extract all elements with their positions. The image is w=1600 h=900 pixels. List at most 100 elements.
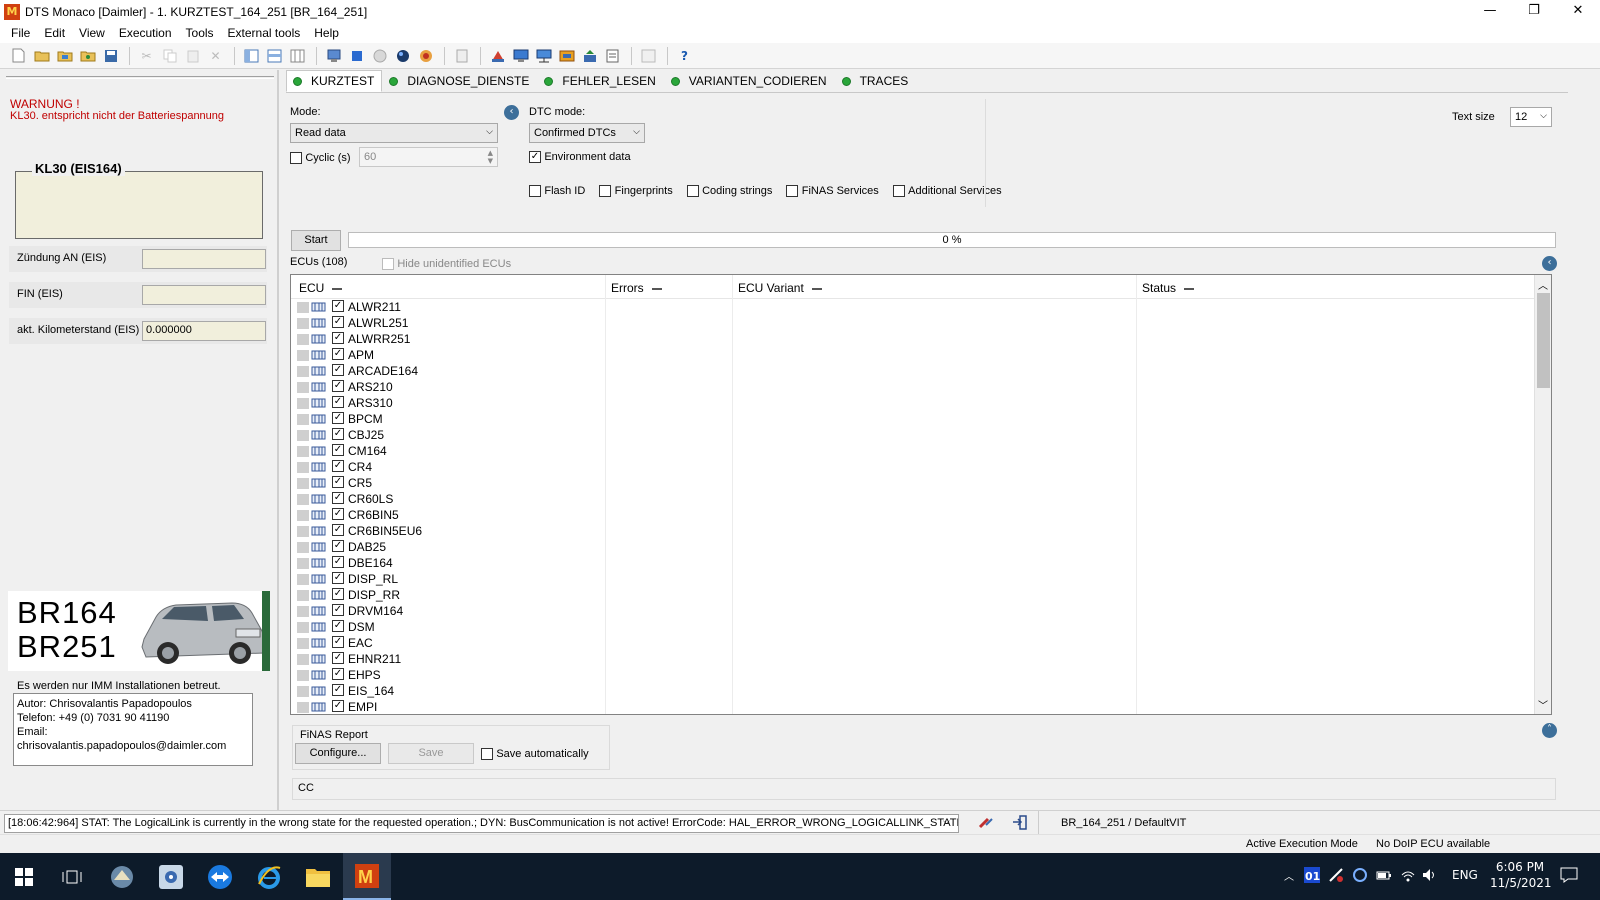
flash-id-option[interactable]: Flash ID xyxy=(529,183,585,197)
column-collapse-icon[interactable] xyxy=(811,287,822,290)
ecu-checkbox[interactable]: ✓ xyxy=(332,380,344,392)
layout-rows-icon[interactable] xyxy=(264,45,285,66)
stop-icon[interactable] xyxy=(346,45,367,66)
save-button[interactable]: Save xyxy=(388,743,474,764)
clock[interactable]: 6:06 PM 11/5/2021 xyxy=(1490,859,1552,891)
start-button[interactable]: Start xyxy=(291,230,341,251)
hide-unidentified-option[interactable]: Hide unidentified ECUs xyxy=(382,256,511,270)
ecu-flash-icon[interactable] xyxy=(556,45,577,66)
scroll-down-icon[interactable]: ﹀ xyxy=(1538,697,1548,712)
menu-file[interactable]: File xyxy=(4,23,37,43)
menu-view[interactable]: View xyxy=(72,23,112,43)
settings-app-icon[interactable] xyxy=(147,853,195,900)
show-hidden-icons[interactable]: ︿ xyxy=(1284,868,1294,883)
table-row[interactable]: ✓ APM xyxy=(291,347,1536,363)
ecu-checkbox[interactable]: ✓ xyxy=(332,396,344,408)
row-header[interactable] xyxy=(297,430,309,441)
save-automatically-option[interactable]: Save automatically xyxy=(481,746,589,760)
column-ecu-variant[interactable]: ECU Variant xyxy=(738,281,822,295)
save-automatically-checkbox[interactable] xyxy=(481,747,493,760)
layout-columns-icon[interactable] xyxy=(287,45,308,66)
row-header[interactable] xyxy=(297,350,309,361)
volume-icon[interactable] xyxy=(1422,867,1438,886)
row-header[interactable] xyxy=(297,590,309,601)
row-header[interactable] xyxy=(297,366,309,377)
diagnosis-icon[interactable] xyxy=(487,45,508,66)
table-row[interactable]: ✓ ALWR211 xyxy=(291,299,1536,315)
file-explorer-icon[interactable] xyxy=(294,853,342,900)
tray-sync-icon[interactable] xyxy=(1352,867,1368,886)
table-row[interactable]: ✓ EAC xyxy=(291,635,1536,651)
save-icon[interactable] xyxy=(100,45,121,66)
tab-varianten-codieren[interactable]: VARIANTEN_CODIEREN xyxy=(664,70,835,92)
table-row[interactable]: ✓ ALWRL251 xyxy=(291,315,1536,331)
open-workspace-icon[interactable] xyxy=(77,45,98,66)
configure-button[interactable]: Configure... xyxy=(295,743,381,764)
ecu-checkbox[interactable]: ✓ xyxy=(332,572,344,584)
scroll-thumb[interactable] xyxy=(1537,293,1550,388)
ecu-checkbox[interactable]: ✓ xyxy=(332,620,344,632)
close-button[interactable]: ✕ xyxy=(1556,0,1600,23)
tab-traces[interactable]: TRACES xyxy=(835,70,917,92)
spinner-icon[interactable]: ▲ ▼ xyxy=(488,149,493,165)
table-row[interactable]: ✓ ARCADE164 xyxy=(291,363,1536,379)
open-folder-icon[interactable] xyxy=(31,45,52,66)
ecu-checkbox[interactable]: ✓ xyxy=(332,476,344,488)
network-icon[interactable] xyxy=(323,45,344,66)
row-header[interactable] xyxy=(297,542,309,553)
cyclic-checkbox[interactable] xyxy=(290,151,302,164)
finas-services-option[interactable]: FiNAS Services xyxy=(786,183,879,197)
expand-up-icon[interactable]: ˄ xyxy=(1542,723,1557,738)
ecu-checkbox[interactable]: ✓ xyxy=(332,588,344,600)
tray-app-icon[interactable]: 01 xyxy=(1304,867,1320,886)
table-row[interactable]: ✓ CR6BIN5 xyxy=(291,507,1536,523)
row-header[interactable] xyxy=(297,606,309,617)
table-row[interactable]: ✓ CR6BIN5EU6 xyxy=(291,523,1536,539)
environment-data-option[interactable]: ✓ Environment data xyxy=(529,149,631,163)
row-header[interactable] xyxy=(297,398,309,409)
xentry-app-icon[interactable] xyxy=(98,853,146,900)
table-row[interactable]: ✓ CM164 xyxy=(291,443,1536,459)
help-icon[interactable]: ? xyxy=(674,45,695,66)
menu-tools[interactable]: Tools xyxy=(179,23,221,43)
copy-icon[interactable] xyxy=(159,45,180,66)
row-header[interactable] xyxy=(297,574,309,585)
mode-select[interactable]: Read data ⌵ xyxy=(290,123,498,143)
ecu-checkbox[interactable]: ✓ xyxy=(332,348,344,360)
tab-kurztest[interactable]: KURZTEST xyxy=(286,70,383,92)
monitor-icon[interactable] xyxy=(510,45,531,66)
ecu-checkbox[interactable]: ✓ xyxy=(332,652,344,664)
cyclic-option[interactable]: Cyclic (s) xyxy=(290,150,351,164)
table-row[interactable]: ✓ CR60LS xyxy=(291,491,1536,507)
collapse-left-icon[interactable]: ‹ xyxy=(504,105,519,120)
row-header[interactable] xyxy=(297,622,309,633)
table-row[interactable]: ✓ DISP_RL xyxy=(291,571,1536,587)
globe-icon[interactable] xyxy=(392,45,413,66)
row-header[interactable] xyxy=(297,382,309,393)
fingerprints-checkbox[interactable] xyxy=(599,184,612,197)
table-row[interactable]: ✓ EIS_164 xyxy=(291,683,1536,699)
cyclic-interval-input[interactable]: 60 ▲ ▼ xyxy=(359,147,498,167)
row-header[interactable] xyxy=(297,446,309,457)
ecu-checkbox[interactable]: ✓ xyxy=(332,316,344,328)
table-row[interactable]: ✓ EHNR211 xyxy=(291,651,1536,667)
export-icon[interactable] xyxy=(579,45,600,66)
column-collapse-icon[interactable] xyxy=(332,287,343,290)
ecu-checkbox[interactable]: ✓ xyxy=(332,524,344,536)
ecu-checkbox[interactable]: ✓ xyxy=(332,540,344,552)
internet-explorer-icon[interactable] xyxy=(245,853,293,900)
column-status[interactable]: Status xyxy=(1142,281,1195,295)
new-file-icon[interactable] xyxy=(8,45,29,66)
delete-icon[interactable]: ✕ xyxy=(205,45,226,66)
ecu-checkbox[interactable]: ✓ xyxy=(332,444,344,456)
ecu-checkbox[interactable]: ✓ xyxy=(332,364,344,376)
wifi-icon[interactable] xyxy=(1400,867,1416,886)
menu-edit[interactable]: Edit xyxy=(37,23,72,43)
status-message-select[interactable]: [18:06:42:964] STAT: The LogicalLink is … xyxy=(4,814,959,833)
row-header[interactable] xyxy=(297,462,309,473)
dtc-mode-select[interactable]: Confirmed DTCs ⌵ xyxy=(529,123,645,143)
column-ecu[interactable]: ECU xyxy=(299,281,343,295)
row-header[interactable] xyxy=(297,526,309,537)
scroll-up-icon[interactable]: ︿ xyxy=(1538,277,1548,292)
flash-id-checkbox[interactable] xyxy=(529,184,541,197)
